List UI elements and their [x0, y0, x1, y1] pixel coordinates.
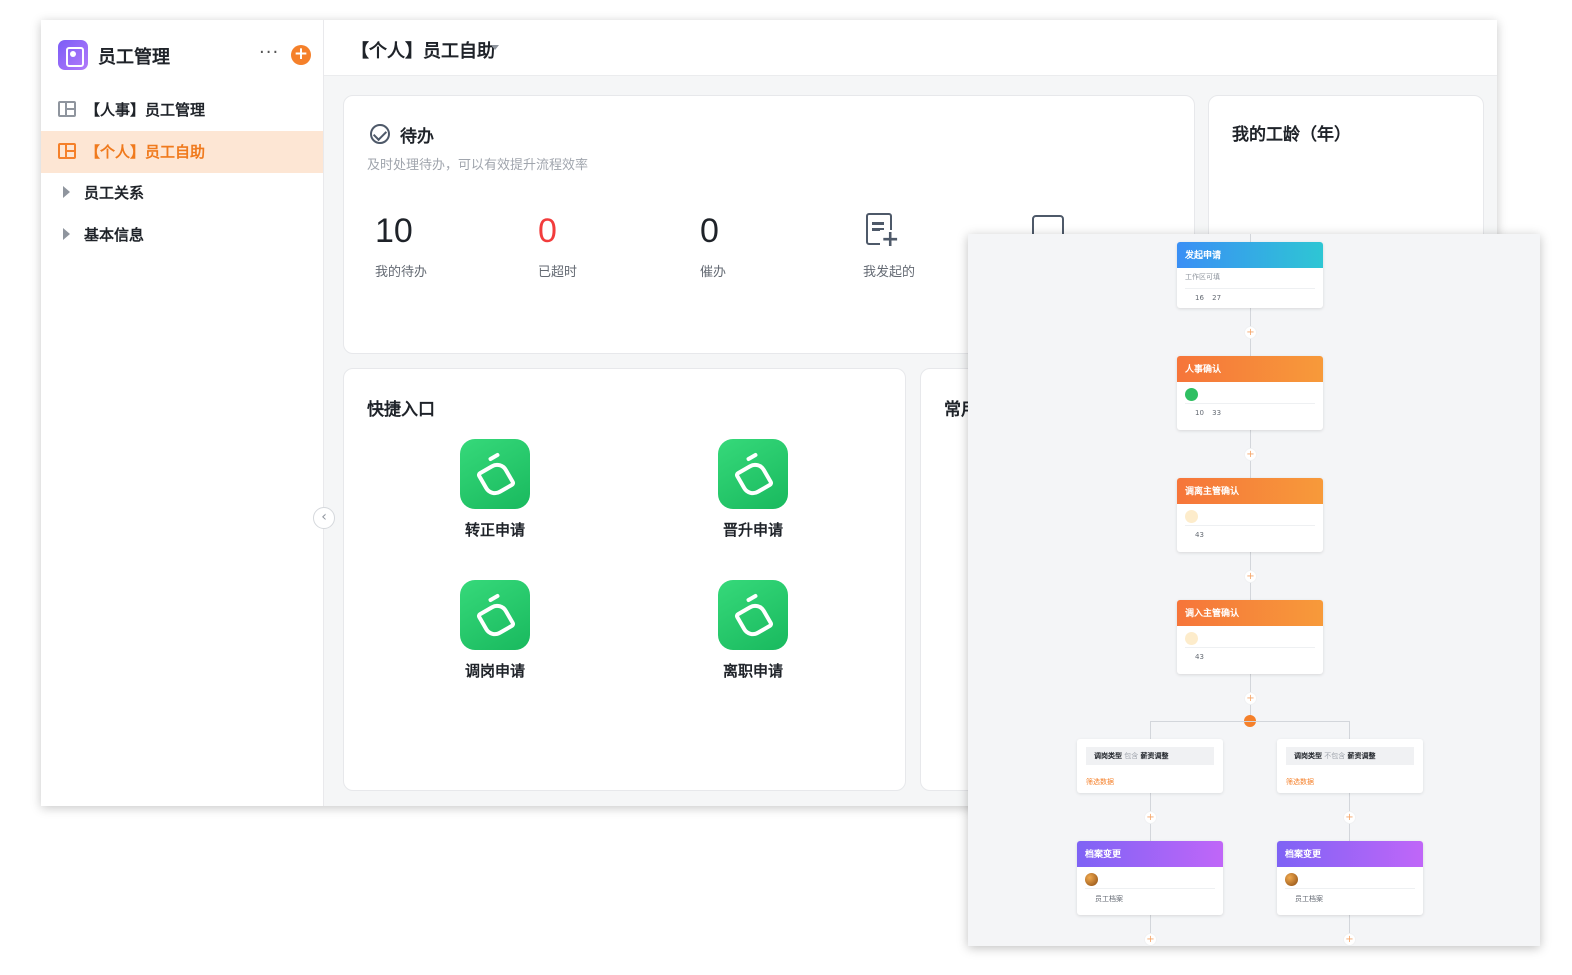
pen-icon	[718, 580, 788, 650]
quick-entry-title: 快捷入口	[367, 400, 435, 420]
flow-node-title: 调入主管确认	[1177, 600, 1323, 626]
stat-my-todo[interactable]: 10 我的待办	[375, 211, 495, 280]
app-title: 员工管理	[98, 47, 170, 68]
status-dot-icon	[1185, 510, 1198, 523]
quick-item-transfer[interactable]: 调岗申请	[445, 580, 545, 681]
flow-add-icon[interactable]: +	[1144, 933, 1157, 946]
stat-value: 0	[700, 212, 719, 250]
sidebar-header: 员工管理 ··· +	[58, 40, 318, 70]
quick-item-label: 离职申请	[722, 662, 783, 680]
pen-icon	[460, 580, 530, 650]
top-bar: 【个人】员工自助	[324, 20, 1497, 76]
more-icon[interactable]: ···	[259, 42, 279, 63]
stat-label: 催办	[700, 265, 727, 280]
add-icon[interactable]: +	[291, 45, 311, 65]
avatar	[1085, 873, 1098, 886]
condition-op: 包含	[1124, 752, 1139, 760]
stat-initiated[interactable]: + 我发起的	[863, 211, 983, 280]
flow-node-archive-left[interactable]: 档案变更 员工档案	[1077, 841, 1223, 915]
stat-value: 0	[538, 212, 557, 250]
quick-item-label: 调岗申请	[464, 662, 525, 680]
flow-node-title: 调离主管确认	[1177, 478, 1323, 504]
flow-add-icon[interactable]: +	[1244, 448, 1257, 461]
flow-node-title: 人事确认	[1177, 356, 1323, 382]
pen-icon	[460, 439, 530, 509]
branch-condition-exclude[interactable]: 调岗类型 不包含 薪资调整 筛选数据	[1277, 739, 1423, 793]
sidebar-item-hr-management[interactable]: 【人事】员工管理	[41, 89, 323, 131]
flow-add-icon[interactable]: +	[1343, 811, 1356, 824]
status-dot-icon	[1185, 632, 1198, 645]
sidebar-item-label: 员工关系	[84, 184, 145, 202]
sidebar-item-label: 【人事】员工管理	[85, 101, 206, 119]
check-circle-icon	[370, 124, 390, 144]
condition-op: 不包含	[1324, 752, 1346, 760]
flow-node-counts: 43	[1195, 531, 1204, 539]
flow-node-title: 档案变更	[1277, 841, 1423, 867]
flow-node-title: 发起申请	[1177, 242, 1323, 268]
app-logo-icon	[58, 40, 88, 70]
flow-node-counts: 16 27	[1195, 294, 1222, 302]
flow-node-subtitle: 员工档案	[1095, 895, 1123, 903]
flow-node-subtitle: 员工档案	[1295, 895, 1323, 903]
flow-add-icon[interactable]: +	[1244, 570, 1257, 583]
stat-label: 已超时	[538, 265, 578, 280]
workflow-panel: 发起申请 工作区可填 16 27 + 人事确认 10 33 + 调离主管确认 4…	[968, 234, 1540, 946]
condition-key: 调岗类型	[1094, 752, 1122, 760]
flow-node-counts: 10 33	[1195, 409, 1222, 417]
dashboard-icon	[58, 143, 76, 159]
document-add-icon: +	[863, 211, 901, 251]
condition-filter-link[interactable]: 筛选数据	[1086, 777, 1114, 787]
flow-add-icon[interactable]: +	[1244, 326, 1257, 339]
stat-urge[interactable]: 0 催办	[700, 211, 820, 280]
flow-add-icon[interactable]: +	[1144, 811, 1157, 824]
pen-icon	[718, 439, 788, 509]
flow-node-counts: 43	[1195, 653, 1204, 661]
sidebar: 员工管理 ··· + 【人事】员工管理 【个人】员工自助 员工关系 基本信息	[41, 20, 324, 806]
caret-right-icon[interactable]	[63, 186, 70, 198]
flow-node-text: 工作区可填	[1185, 273, 1220, 281]
quick-entry-card: 快捷入口 转正申请 晋升申请 调岗申请 离职申请	[343, 368, 906, 791]
flow-node-archive-right[interactable]: 档案变更 员工档案	[1277, 841, 1423, 915]
flow-node-hr-confirm[interactable]: 人事确认 10 33	[1177, 356, 1323, 430]
dashboard-icon	[58, 101, 76, 117]
quick-item-label: 转正申请	[464, 521, 525, 539]
flow-node-title: 档案变更	[1077, 841, 1223, 867]
flow-node-in-manager[interactable]: 调入主管确认 43	[1177, 600, 1323, 674]
collapse-sidebar-button[interactable]: ‹	[313, 507, 335, 529]
todo-title: 待办	[400, 127, 434, 147]
quick-item-label: 晋升申请	[722, 521, 783, 539]
page-title[interactable]: 【个人】员工自助	[351, 37, 495, 63]
quick-item-promotion[interactable]: 晋升申请	[703, 439, 803, 540]
branch-condition-include[interactable]: 调岗类型 包含 薪资调整 筛选数据	[1077, 739, 1223, 793]
condition-value: 薪资调整	[1347, 752, 1376, 760]
sidebar-item-label: 基本信息	[84, 226, 145, 244]
flow-add-icon[interactable]: +	[1343, 933, 1356, 946]
flow-add-icon[interactable]: +	[1244, 692, 1257, 705]
stat-overdue[interactable]: 0 已超时	[538, 211, 658, 280]
condition-key: 调岗类型	[1294, 752, 1322, 760]
quick-item-resignation[interactable]: 离职申请	[703, 580, 803, 681]
stat-label: 我的待办	[375, 265, 428, 280]
avatar	[1285, 873, 1298, 886]
sidebar-item-label: 【个人】员工自助	[85, 143, 206, 161]
sidebar-item-employee-relations[interactable]: 员工关系	[41, 172, 323, 214]
caret-right-icon[interactable]	[63, 228, 70, 240]
stat-label: 我发起的	[863, 265, 916, 280]
sidebar-item-self-service[interactable]: 【个人】员工自助	[41, 131, 323, 173]
todo-subtitle: 及时处理待办，可以有效提升流程效率	[367, 158, 589, 173]
quick-item-regularization[interactable]: 转正申请	[445, 439, 545, 540]
chevron-down-icon[interactable]	[491, 45, 499, 50]
stat-value: 10	[375, 212, 413, 250]
status-dot-icon	[1185, 388, 1198, 401]
flow-node-start[interactable]: 发起申请 工作区可填 16 27	[1177, 242, 1323, 308]
work-age-title: 我的工龄（年）	[1232, 125, 1351, 145]
condition-value: 薪资调整	[1140, 752, 1169, 760]
sidebar-item-basic-info[interactable]: 基本信息	[41, 214, 323, 256]
flow-node-out-manager[interactable]: 调离主管确认 43	[1177, 478, 1323, 552]
condition-filter-link[interactable]: 筛选数据	[1286, 777, 1314, 787]
